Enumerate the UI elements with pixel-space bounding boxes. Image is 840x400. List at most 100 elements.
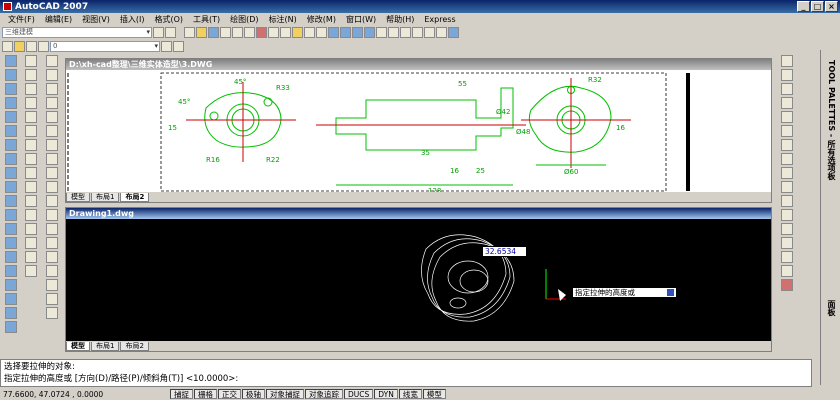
menu-modify[interactable]: 修改(M) — [302, 14, 341, 25]
visual-style-13-icon[interactable] — [25, 223, 37, 235]
layout-paper[interactable]: 45° R33 45° 15 R16 R22 55 Ø42 Ø48 35 16 … — [66, 70, 771, 195]
lineweight-toggle[interactable]: 线宽 — [398, 389, 422, 399]
pyramid-icon[interactable] — [5, 153, 17, 165]
help-icon[interactable] — [448, 27, 459, 38]
trim-icon[interactable] — [781, 181, 793, 193]
print-icon[interactable] — [220, 27, 231, 38]
wedge-icon[interactable] — [5, 83, 17, 95]
publish-icon[interactable] — [244, 27, 255, 38]
polyline-icon[interactable] — [46, 83, 58, 95]
region-icon[interactable] — [46, 279, 58, 291]
minimize-button[interactable]: _ — [797, 1, 810, 12]
loft-icon[interactable] — [5, 251, 17, 263]
visual-style-1-icon[interactable] — [25, 55, 37, 67]
undo-icon[interactable] — [304, 27, 315, 38]
maximize-button[interactable]: □ — [811, 1, 824, 12]
line-icon[interactable] — [46, 55, 58, 67]
zoom-window-icon[interactable] — [352, 27, 363, 38]
cut-icon[interactable] — [256, 27, 267, 38]
sheetset-icon[interactable] — [412, 27, 423, 38]
menu-format[interactable]: 格式(O) — [149, 14, 188, 25]
tab-layout1[interactable]: 布局1 — [91, 192, 120, 202]
mtext-icon[interactable] — [46, 307, 58, 319]
menu-file[interactable]: 文件(F) — [3, 14, 40, 25]
sphere-icon[interactable] — [5, 111, 17, 123]
layer-freeze-icon[interactable] — [26, 41, 37, 52]
array-icon[interactable] — [781, 111, 793, 123]
coordinate-readout[interactable]: 77.6600, 47.0724 , 0.0000 — [0, 390, 170, 399]
tab-layout1-2[interactable]: 布局1 — [91, 341, 120, 351]
stretch-icon[interactable] — [781, 167, 793, 179]
chamfer-icon[interactable] — [781, 237, 793, 249]
ellipse-icon[interactable] — [46, 181, 58, 193]
move-icon[interactable] — [781, 125, 793, 137]
otrack-toggle[interactable]: 对象追踪 — [305, 389, 343, 399]
menu-window[interactable]: 窗口(W) — [341, 14, 381, 25]
dynamic-input-field[interactable]: 32.6534 — [482, 246, 527, 257]
torus-icon[interactable] — [5, 139, 17, 151]
open-icon[interactable] — [196, 27, 207, 38]
join-icon[interactable] — [781, 223, 793, 235]
visual-style-7-icon[interactable] — [25, 139, 37, 151]
menu-insert[interactable]: 插入(I) — [115, 14, 150, 25]
tab-model-2[interactable]: 模型 — [66, 341, 90, 351]
make-block-icon[interactable] — [46, 223, 58, 235]
toolpalettes-icon[interactable] — [400, 27, 411, 38]
visual-style-5-icon[interactable] — [25, 111, 37, 123]
visual-style-12-icon[interactable] — [25, 209, 37, 221]
preview-icon[interactable] — [232, 27, 243, 38]
menu-dimension[interactable]: 标注(N) — [264, 14, 302, 25]
command-line[interactable]: 选择要拉伸的对象: 指定拉伸的高度或 [方向(D)/路径(P)/倾斜角(T)] … — [0, 359, 812, 387]
menu-view[interactable]: 视图(V) — [77, 14, 115, 25]
copy-object-icon[interactable] — [781, 69, 793, 81]
polygon-icon[interactable] — [46, 97, 58, 109]
ducs-toggle[interactable]: DUCS — [344, 389, 374, 399]
tab-layout2[interactable]: 布局2 — [120, 192, 150, 202]
tool-palettes-strip[interactable]: TOOL PALETTES - 所有选项板 面板 — [820, 50, 840, 385]
visual-style-3-icon[interactable] — [25, 83, 37, 95]
visual-style-15-icon[interactable] — [25, 251, 37, 263]
explode-icon[interactable] — [781, 265, 793, 277]
layer-manager-icon[interactable] — [2, 41, 13, 52]
properties-icon[interactable] — [376, 27, 387, 38]
pan-icon[interactable] — [328, 27, 339, 38]
workspace-settings-icon[interactable] — [153, 27, 164, 38]
gradient-icon[interactable] — [46, 265, 58, 277]
layer-on-icon[interactable] — [14, 41, 25, 52]
arc-icon[interactable] — [46, 125, 58, 137]
paste-icon[interactable] — [280, 27, 291, 38]
point-icon[interactable] — [46, 237, 58, 249]
menu-draw[interactable]: 绘图(D) — [225, 14, 263, 25]
polysolid-icon[interactable] — [5, 55, 17, 67]
visual-style-10-icon[interactable] — [25, 181, 37, 193]
calculator-icon[interactable] — [436, 27, 447, 38]
presspull-icon[interactable] — [5, 209, 17, 221]
xline-icon[interactable] — [46, 69, 58, 81]
menu-tools[interactable]: 工具(T) — [188, 14, 225, 25]
visual-style-8-icon[interactable] — [25, 153, 37, 165]
rectangle-icon[interactable] — [46, 111, 58, 123]
snap-toggle[interactable]: 捕捉 — [170, 389, 193, 399]
zoom-previous-icon[interactable] — [364, 27, 375, 38]
ellipse-arc-icon[interactable] — [46, 195, 58, 207]
cylinder-icon[interactable] — [5, 125, 17, 137]
copy-icon[interactable] — [268, 27, 279, 38]
model-toggle[interactable]: 模型 — [422, 389, 446, 399]
scale-icon[interactable] — [781, 153, 793, 165]
break-icon[interactable] — [781, 209, 793, 221]
model-viewport[interactable]: 32.6534 指定拉伸的高度或 — [66, 219, 771, 342]
mirror-icon[interactable] — [781, 83, 793, 95]
extrude-icon[interactable] — [5, 195, 17, 207]
save-icon[interactable] — [208, 27, 219, 38]
planar-surface-icon[interactable] — [5, 181, 17, 193]
drawing-window-3dwg-titlebar[interactable]: D:\xh-cad整理\三维实体造型\3.DWG — [66, 59, 771, 70]
dyn-toggle[interactable]: DYN — [374, 389, 398, 399]
redo-icon[interactable] — [316, 27, 327, 38]
insert-block-icon[interactable] — [46, 209, 58, 221]
union-icon[interactable] — [5, 265, 17, 277]
rotate-icon[interactable] — [781, 139, 793, 151]
osnap-toggle[interactable]: 对象捕捉 — [266, 389, 304, 399]
visual-style-6-icon[interactable] — [25, 125, 37, 137]
visual-style-9-icon[interactable] — [25, 167, 37, 179]
erase-icon[interactable] — [781, 55, 793, 67]
